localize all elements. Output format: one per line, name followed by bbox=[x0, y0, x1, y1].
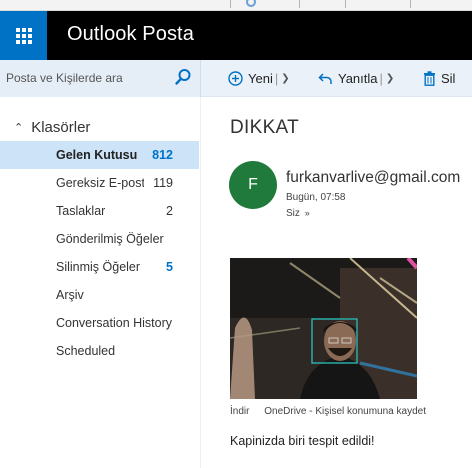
message-body: Kapinizda biri tespit edildi! bbox=[230, 434, 375, 448]
folder-drafts[interactable]: Taslaklar 2 bbox=[0, 197, 199, 225]
folder-label: Arşiv bbox=[56, 288, 84, 302]
folder-deleted[interactable]: Silinmiş Öğeler 5 bbox=[0, 253, 199, 281]
save-to-onedrive-link[interactable]: OneDrive - Kişisel konumuna kaydet bbox=[264, 406, 426, 417]
app-launcher-button[interactable] bbox=[0, 11, 47, 60]
command-bar: Yeni | ❯ Yanıtla | ❯ Sil bbox=[0, 60, 472, 97]
folder-label: Silinmiş Öğeler bbox=[56, 260, 141, 274]
attachment-actions: İndir OneDrive - Kişisel konumuna kaydet bbox=[230, 406, 438, 417]
folder-junk[interactable]: Gereksiz E-posta 119 bbox=[0, 169, 199, 197]
chevron-up-icon: ⌃ bbox=[14, 122, 24, 134]
reply-button-label: Yanıtla bbox=[338, 71, 378, 86]
folders-toggle[interactable]: ⌃ Klasörler bbox=[14, 119, 90, 136]
folder-label: Scheduled bbox=[56, 344, 116, 358]
folder-archive[interactable]: Arşiv bbox=[0, 281, 199, 309]
avatar-initial: F bbox=[248, 176, 258, 193]
reply-button[interactable]: Yanıtla | ❯ bbox=[318, 60, 394, 97]
camera-snapshot-image bbox=[230, 258, 417, 399]
new-button-label: Yeni bbox=[248, 71, 273, 86]
search-input[interactable] bbox=[6, 68, 166, 88]
chevron-down-icon[interactable]: ❯ bbox=[281, 73, 289, 84]
sender-address[interactable]: furkanvarlive@gmail.com bbox=[286, 169, 460, 187]
folder-inbox[interactable]: Gelen Kutusu 812 bbox=[0, 141, 199, 169]
trash-icon bbox=[424, 71, 435, 86]
chevron-down-icon[interactable]: ❯ bbox=[386, 73, 394, 84]
split-divider: | bbox=[379, 71, 383, 86]
waffle-icon bbox=[15, 27, 32, 44]
folder-conversation-history[interactable]: Conversation History bbox=[0, 309, 199, 337]
browser-separator bbox=[345, 0, 346, 8]
reply-arrow-icon bbox=[318, 72, 332, 84]
folder-pane: ⌃ Klasörler Gelen Kutusu 812 Gereksiz E-… bbox=[0, 97, 201, 468]
folder-unread-count: 5 bbox=[166, 260, 173, 274]
folder-label: Conversation History bbox=[56, 316, 173, 330]
folder-label: Gereksiz E-posta bbox=[56, 176, 144, 190]
delete-button[interactable]: Sil bbox=[423, 60, 455, 97]
browser-extension-icon[interactable] bbox=[246, 0, 256, 7]
folder-label: Taslaklar bbox=[56, 204, 106, 218]
folders-label: Klasörler bbox=[31, 119, 91, 136]
download-link[interactable]: İndir bbox=[230, 406, 249, 417]
folder-label: Gelen Kutusu bbox=[56, 148, 138, 162]
search-box bbox=[0, 60, 201, 97]
new-button[interactable]: Yeni | ❯ bbox=[228, 60, 290, 97]
recipient-label: Siz bbox=[286, 208, 300, 219]
message-date: Bugün, 07:58 bbox=[286, 192, 346, 203]
recipients-toggle[interactable]: Siz » bbox=[286, 208, 310, 219]
image-attachment[interactable] bbox=[230, 258, 417, 399]
browser-toolbar-remnant bbox=[0, 0, 472, 11]
folder-scheduled[interactable]: Scheduled bbox=[0, 337, 199, 365]
split-divider: | bbox=[274, 71, 279, 86]
double-chevron-down-icon: » bbox=[304, 208, 310, 218]
sender-avatar[interactable]: F bbox=[229, 161, 277, 209]
app-title: Outlook Posta bbox=[67, 23, 194, 45]
app-header: Outlook Posta bbox=[0, 11, 472, 60]
folder-unread-count: 812 bbox=[152, 148, 173, 162]
folder-count: 2 bbox=[166, 204, 173, 218]
folder-count: 119 bbox=[153, 176, 173, 190]
search-icon[interactable] bbox=[174, 68, 192, 86]
browser-separator bbox=[230, 0, 231, 8]
browser-separator bbox=[410, 0, 411, 8]
plus-circle-icon bbox=[228, 71, 243, 86]
folder-label: Gönderilmiş Öğeler bbox=[56, 232, 164, 246]
reading-pane: DIKKAT F furkanvarlive@gmail.com Bugün, … bbox=[202, 97, 472, 468]
folder-sent[interactable]: Gönderilmiş Öğeler bbox=[0, 225, 199, 253]
delete-button-label: Sil bbox=[441, 71, 456, 86]
browser-separator bbox=[299, 0, 300, 8]
message-subject: DIKKAT bbox=[230, 117, 300, 138]
